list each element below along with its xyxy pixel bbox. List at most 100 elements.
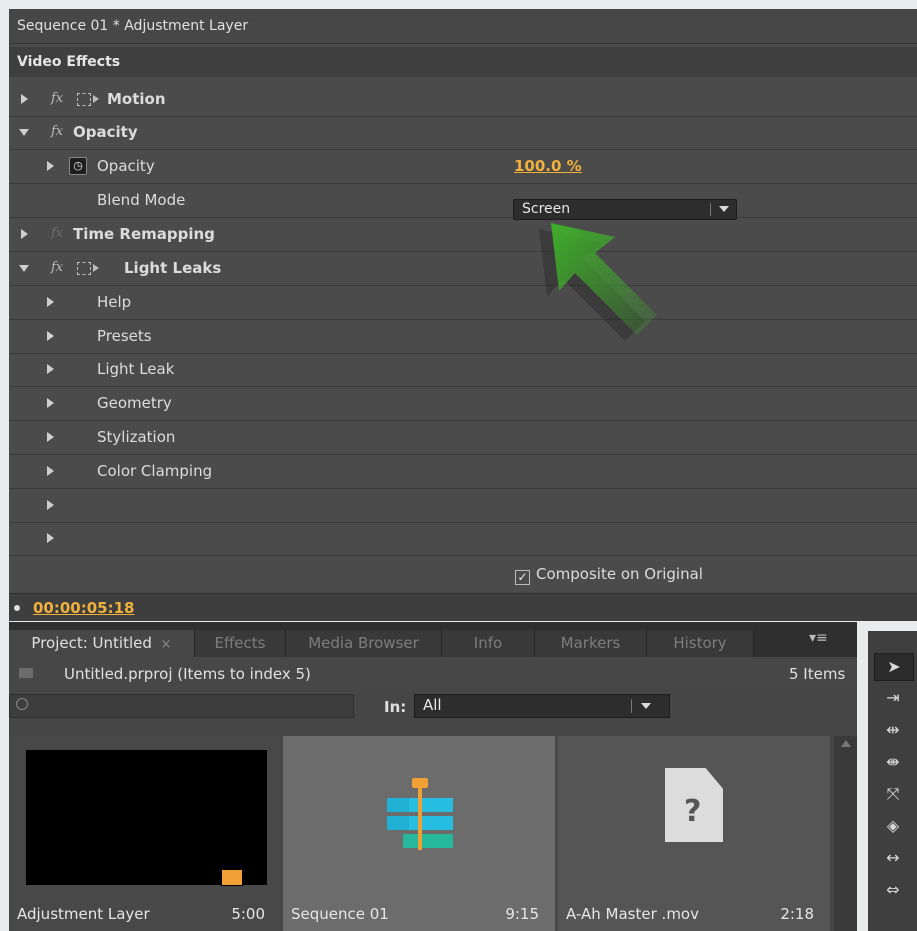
close-icon[interactable]: × bbox=[161, 637, 172, 652]
expand-triangle-icon[interactable] bbox=[47, 432, 54, 442]
vertical-scrollbar[interactable] bbox=[834, 736, 857, 931]
project-item-thumbnail[interactable]: Adjustment Layer 5:00 bbox=[9, 736, 281, 931]
expand-triangle-icon[interactable] bbox=[47, 364, 54, 374]
effect-label: Light Leaks bbox=[124, 259, 222, 277]
mask-arrow-icon bbox=[93, 264, 99, 272]
search-icon bbox=[16, 698, 28, 710]
tab-project[interactable]: Project: Untitled × bbox=[9, 630, 195, 657]
item-name: A-Ah Master .mov bbox=[566, 905, 699, 923]
project-item-thumbnail[interactable]: ? A-Ah Master .mov 2:18 bbox=[558, 736, 830, 931]
expand-triangle-icon[interactable] bbox=[47, 297, 54, 307]
param-row-light-leak[interactable]: Light Leak bbox=[9, 353, 917, 387]
dropdown-value: Screen bbox=[522, 201, 571, 217]
slide-tool-icon[interactable]: ⇔ bbox=[874, 877, 912, 903]
effect-label: Motion bbox=[107, 90, 166, 108]
tools-panel: ➤ ⇥ ⇹ ⇼ ⤧ ◈ ↔ ⇔ bbox=[868, 631, 917, 931]
timecode-display[interactable]: 00:00:05:18 bbox=[33, 599, 135, 617]
scroll-up-icon[interactable] bbox=[841, 740, 851, 747]
param-label: Help bbox=[97, 293, 132, 311]
razor-tool-icon[interactable]: ◈ bbox=[874, 813, 912, 839]
rolling-edit-tool-icon[interactable]: ⇼ bbox=[874, 749, 912, 775]
fx-icon[interactable]: fx bbox=[51, 124, 63, 139]
fx-icon: fx bbox=[51, 226, 64, 241]
item-name: Adjustment Layer bbox=[17, 905, 150, 923]
film-badge-icon bbox=[221, 869, 243, 886]
in-filter-dropdown[interactable]: All bbox=[414, 694, 670, 718]
tab-media-browser[interactable]: Media Browser bbox=[286, 630, 442, 657]
items-count: 5 Items bbox=[789, 665, 846, 683]
param-label: Geometry bbox=[97, 394, 172, 412]
item-name: Sequence 01 bbox=[291, 905, 389, 923]
param-row-help[interactable]: Help bbox=[9, 286, 917, 320]
expand-triangle-icon[interactable] bbox=[47, 398, 54, 408]
question-mark-icon: ? bbox=[684, 794, 702, 829]
param-label: Presets bbox=[97, 327, 152, 345]
expand-triangle-icon[interactable] bbox=[47, 533, 54, 543]
mask-arrow-icon bbox=[93, 95, 99, 103]
effect-row-opacity[interactable]: fx Opacity bbox=[9, 116, 917, 150]
composite-on-original-checkbox[interactable]: ✓ Composite on Original bbox=[515, 565, 703, 585]
rate-stretch-tool-icon[interactable]: ⤧ bbox=[874, 781, 912, 807]
param-row-blend-mode: Blend Mode bbox=[9, 184, 917, 218]
expand-triangle-icon[interactable] bbox=[21, 94, 28, 104]
panel-title: Sequence 01 * Adjustment Layer bbox=[9, 9, 917, 44]
track-select-tool-icon[interactable]: ⇥ bbox=[874, 685, 912, 711]
opacity-value[interactable]: 100.0 % bbox=[514, 157, 582, 175]
slip-tool-icon[interactable]: ↔ bbox=[874, 845, 912, 871]
expand-triangle-icon[interactable] bbox=[21, 229, 28, 239]
collapse-triangle-icon[interactable] bbox=[19, 129, 29, 136]
param-row-empty[interactable] bbox=[9, 522, 917, 556]
tab-label: Project: Untitled bbox=[31, 634, 152, 652]
param-row-geometry[interactable]: Geometry bbox=[9, 387, 917, 421]
effect-row-time-remapping[interactable]: fx Time Remapping bbox=[9, 218, 917, 252]
ripple-edit-tool-icon[interactable]: ⇹ bbox=[874, 717, 912, 743]
green-arrow-icon bbox=[539, 223, 657, 341]
selection-tool-icon[interactable]: ➤ bbox=[874, 653, 914, 681]
effect-label: Opacity bbox=[73, 123, 138, 141]
param-row-presets[interactable]: Presets bbox=[9, 320, 917, 354]
composite-label: Composite on Original bbox=[536, 565, 703, 583]
expand-triangle-icon[interactable] bbox=[47, 500, 54, 510]
search-input[interactable] bbox=[9, 694, 354, 718]
video-effects-header: Video Effects bbox=[9, 47, 917, 77]
tab-effects[interactable]: Effects bbox=[195, 630, 286, 657]
param-label: Light Leak bbox=[97, 360, 175, 378]
playhead-marker-icon bbox=[14, 605, 20, 611]
fx-icon[interactable]: fx bbox=[51, 91, 63, 106]
param-row-color-clamping[interactable]: Color Clamping bbox=[9, 455, 917, 489]
effect-row-light-leaks[interactable]: fx Light Leaks bbox=[9, 252, 917, 286]
folder-icon[interactable] bbox=[19, 668, 33, 678]
checkbox-checked-icon[interactable]: ✓ bbox=[515, 570, 530, 585]
tab-info[interactable]: Info bbox=[442, 630, 535, 657]
blend-mode-dropdown[interactable]: Screen bbox=[513, 199, 737, 220]
item-duration: 2:18 bbox=[780, 905, 814, 923]
timecode-bar: 00:00:05:18 bbox=[9, 593, 917, 621]
param-label: Opacity bbox=[97, 157, 155, 175]
project-panel: Project: Untitled × Effects Media Browse… bbox=[9, 622, 857, 931]
dropdown-separator bbox=[710, 203, 711, 216]
mask-icon bbox=[77, 262, 91, 275]
dropdown-separator bbox=[631, 699, 632, 713]
stopwatch-icon[interactable]: ◷ bbox=[69, 157, 87, 175]
param-label: Blend Mode bbox=[97, 191, 186, 209]
project-path-bar: Untitled.prproj (Items to index 5) 5 Ite… bbox=[9, 658, 857, 688]
effect-controls-panel: Sequence 01 * Adjustment Layer Video Eff… bbox=[9, 9, 917, 621]
tab-history[interactable]: History bbox=[647, 630, 754, 657]
dropdown-value: All bbox=[423, 696, 442, 714]
expand-triangle-icon[interactable] bbox=[47, 161, 54, 171]
tab-markers[interactable]: Markers bbox=[535, 630, 647, 657]
collapse-triangle-icon[interactable] bbox=[19, 265, 29, 272]
project-path: Untitled.prproj (Items to index 5) bbox=[64, 665, 311, 683]
chevron-down-icon bbox=[719, 206, 729, 212]
item-duration: 9:15 bbox=[505, 905, 539, 923]
expand-triangle-icon[interactable] bbox=[47, 466, 54, 476]
panel-menu-icon[interactable]: ▾≡ bbox=[809, 630, 828, 646]
param-row-opacity[interactable]: ◷ Opacity 100.0 % bbox=[9, 150, 917, 184]
param-row-stylization[interactable]: Stylization bbox=[9, 421, 917, 455]
effect-row-motion[interactable]: fx Motion bbox=[9, 83, 917, 117]
item-duration: 5:00 bbox=[231, 905, 265, 923]
expand-triangle-icon[interactable] bbox=[47, 331, 54, 341]
param-row-empty[interactable] bbox=[9, 489, 917, 523]
fx-icon[interactable]: fx bbox=[51, 260, 63, 275]
project-item-thumbnail[interactable]: Sequence 01 9:15 bbox=[283, 736, 555, 931]
